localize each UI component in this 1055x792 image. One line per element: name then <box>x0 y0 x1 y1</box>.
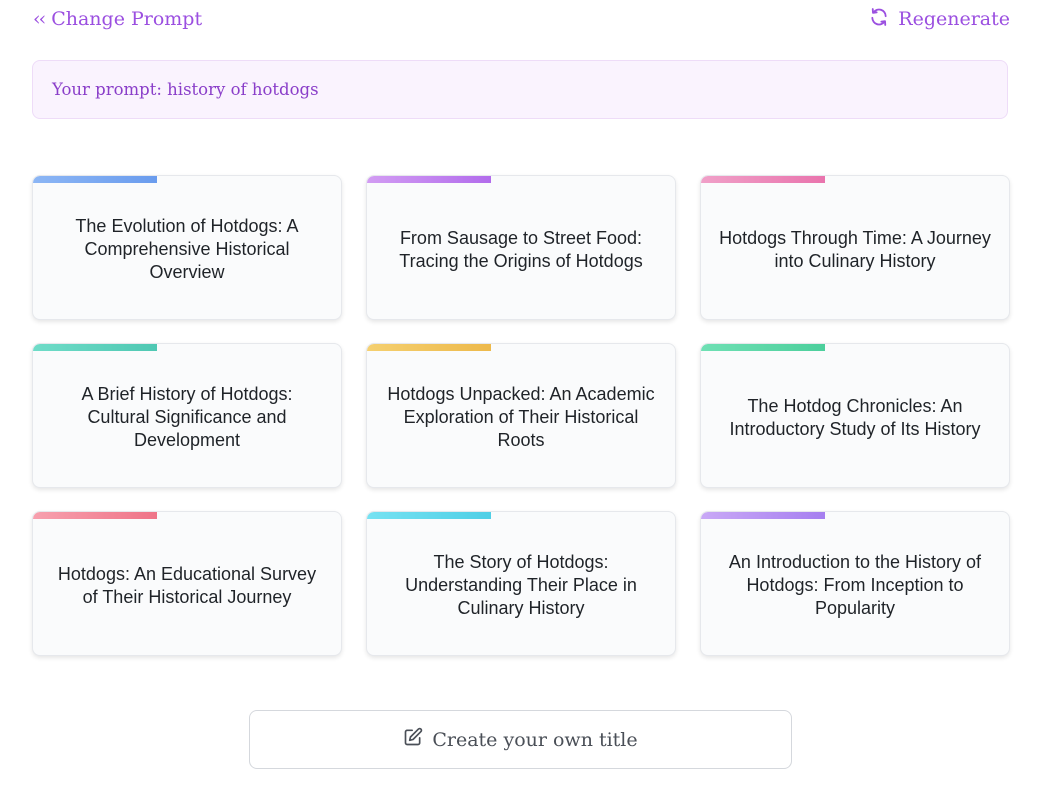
title-card-text: Hotdogs Through Time: A Journey into Cul… <box>719 227 991 271</box>
title-card[interactable]: The Evolution of Hotdogs: A Comprehensiv… <box>32 175 342 320</box>
create-own-title-button[interactable]: Create your own title <box>249 710 792 769</box>
title-card-text: A Brief History of Hotdogs: Cultural Sig… <box>81 384 293 450</box>
regenerate-button[interactable]: Regenerate <box>869 7 1010 32</box>
refresh-icon <box>869 7 898 32</box>
title-suggestions-grid: The Evolution of Hotdogs: A Comprehensiv… <box>32 175 1010 656</box>
title-card[interactable]: The Hotdog Chronicles: An Introductory S… <box>700 343 1010 488</box>
card-accent-bar <box>367 512 491 519</box>
title-card[interactable]: A Brief History of Hotdogs: Cultural Sig… <box>32 343 342 488</box>
title-card-text: Hotdogs: An Educational Survey of Their … <box>57 563 317 607</box>
double-chevron-left-icon: ‹‹ <box>33 8 46 30</box>
card-accent-bar <box>367 176 491 183</box>
top-bar: ‹‹ Change Prompt Regenerate <box>33 4 1010 34</box>
title-card-text: An Introduction to the History of Hotdog… <box>728 552 982 618</box>
card-accent-bar <box>367 344 491 351</box>
card-accent-bar <box>701 512 825 519</box>
title-card[interactable]: From Sausage to Street Food: Tracing the… <box>366 175 676 320</box>
card-accent-bar <box>33 512 157 519</box>
title-card[interactable]: An Introduction to the History of Hotdog… <box>700 511 1010 656</box>
create-own-title-label: Create your own title <box>432 728 638 751</box>
title-card[interactable]: Hotdogs Unpacked: An Academic Exploratio… <box>366 343 676 488</box>
title-card-text: From Sausage to Street Food: Tracing the… <box>399 227 643 271</box>
title-card[interactable]: Hotdogs: An Educational Survey of Their … <box>32 511 342 656</box>
change-prompt-label: Change Prompt <box>51 8 203 30</box>
prompt-display: Your prompt: history of hotdogs <box>32 60 1008 119</box>
title-card-text: The Evolution of Hotdogs: A Comprehensiv… <box>75 216 299 282</box>
card-accent-bar <box>33 344 157 351</box>
change-prompt-link[interactable]: ‹‹ Change Prompt <box>33 8 202 30</box>
card-accent-bar <box>701 176 825 183</box>
card-accent-bar <box>701 344 825 351</box>
regenerate-label: Regenerate <box>898 8 1010 30</box>
card-accent-bar <box>33 176 157 183</box>
title-card-text: The Story of Hotdogs: Understanding Thei… <box>405 552 637 618</box>
title-card-text: Hotdogs Unpacked: An Academic Exploratio… <box>387 384 655 450</box>
edit-icon <box>403 727 432 752</box>
title-card[interactable]: Hotdogs Through Time: A Journey into Cul… <box>700 175 1010 320</box>
title-card[interactable]: The Story of Hotdogs: Understanding Thei… <box>366 511 676 656</box>
prompt-text: Your prompt: history of hotdogs <box>52 80 319 99</box>
title-card-text: The Hotdog Chronicles: An Introductory S… <box>729 395 981 439</box>
